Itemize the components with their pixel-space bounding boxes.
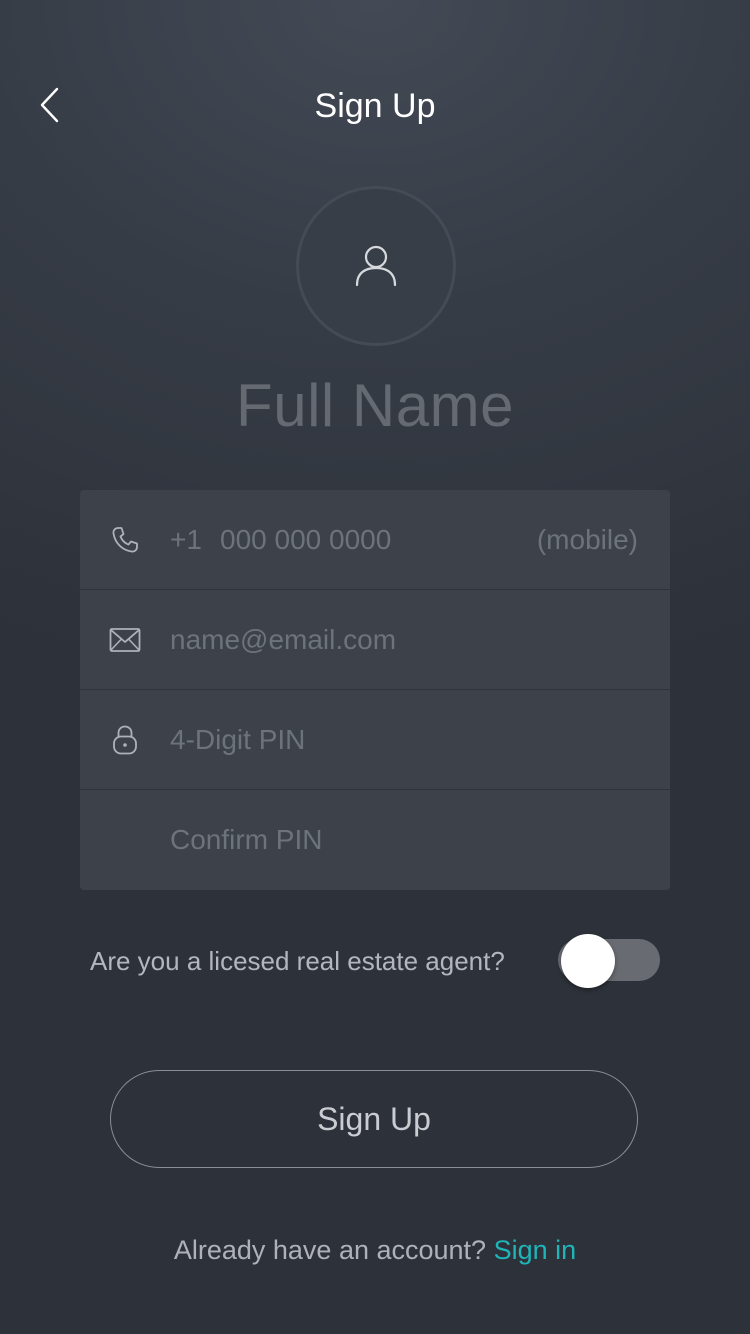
- phone-field[interactable]: +1 000 000 0000 (mobile): [80, 490, 670, 590]
- page-title: Sign Up: [314, 87, 436, 125]
- signin-prompt: Already have an account? Sign in: [0, 1230, 750, 1270]
- confirm-pin-placeholder: Confirm PIN: [170, 824, 323, 855]
- lock-icon: [108, 723, 142, 757]
- pin-placeholder: 4-Digit PIN: [170, 723, 306, 755]
- avatar-upload[interactable]: [296, 186, 456, 346]
- email-field[interactable]: name@email.com: [80, 590, 670, 690]
- full-name-input[interactable]: Full Name: [0, 368, 750, 444]
- signin-prompt-text: Already have an account?: [173, 1235, 487, 1265]
- phone-icon: [108, 523, 142, 557]
- phone-placeholder: 000 000 0000: [220, 523, 392, 555]
- user-icon: [355, 245, 397, 287]
- signin-link[interactable]: Sign in: [494, 1235, 577, 1265]
- agent-toggle[interactable]: [558, 934, 660, 988]
- email-placeholder: name@email.com: [170, 623, 397, 655]
- phone-type-label: (mobile): [536, 523, 638, 555]
- signup-button[interactable]: Sign Up: [110, 1070, 638, 1168]
- envelope-icon: [108, 623, 142, 657]
- confirm-pin-field[interactable]: Confirm PIN: [80, 790, 670, 890]
- pin-field[interactable]: 4-Digit PIN: [80, 690, 670, 790]
- country-code: +1: [170, 523, 202, 555]
- signup-form: +1 000 000 0000 (mobile) name@email.com …: [80, 490, 670, 890]
- toggle-knob: [561, 934, 615, 988]
- agent-question-label: Are you a licesed real estate agent?: [90, 946, 505, 976]
